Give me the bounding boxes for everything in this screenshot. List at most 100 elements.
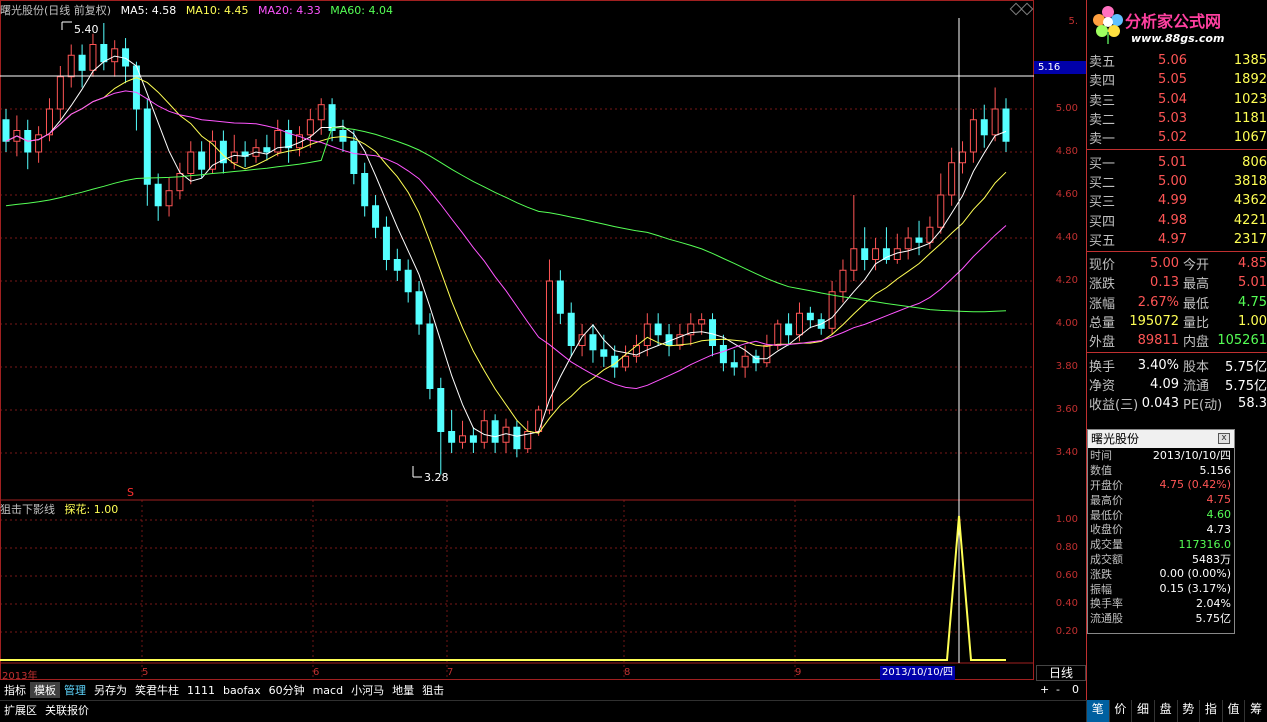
candle-body xyxy=(763,345,771,364)
ask-row[interactable]: 卖二 5.03 1181 xyxy=(1087,109,1267,128)
info-key: 振幅 xyxy=(1090,582,1112,596)
bid-price: 5.00 xyxy=(1158,173,1187,189)
zoom-in-button[interactable]: + xyxy=(1040,683,1049,696)
candle-body xyxy=(589,334,597,351)
tab-template-item[interactable]: macd xyxy=(309,684,348,697)
logo-text: 分析家公式网 xyxy=(1125,12,1222,31)
stat-label: 最高 xyxy=(1183,277,1210,293)
info-row: 成交额 5483万 xyxy=(1088,552,1234,567)
ma20-label: MA20: 4.33 xyxy=(258,4,321,17)
info-key: 收盘价 xyxy=(1090,523,1123,537)
info-row: 涨跌 0.00 (0.00%) xyxy=(1088,566,1234,581)
period-selector[interactable]: 日线 xyxy=(1036,665,1086,681)
stat-value: 5.75亿 xyxy=(1225,378,1267,394)
ma5-label: MA5: 4.58 xyxy=(120,4,177,17)
candle-body xyxy=(480,420,488,443)
stat-label: PE(动) xyxy=(1183,398,1223,414)
sub-axis-label: 0.20 xyxy=(1055,626,1078,637)
candle-body xyxy=(741,355,749,368)
ma5-line xyxy=(5,55,1007,438)
ma10-label: MA10: 4.45 xyxy=(185,4,249,17)
bid-row[interactable]: 买五 4.97 2317 xyxy=(1087,230,1267,249)
candle-body xyxy=(535,409,543,432)
ask-price: 5.04 xyxy=(1158,91,1187,107)
candle-body xyxy=(111,48,119,63)
bid-row[interactable]: 买一 5.01 806 xyxy=(1087,152,1267,172)
chart-frame xyxy=(0,0,1034,680)
candle-body xyxy=(165,190,173,207)
tab-template[interactable]: 模板 xyxy=(30,682,60,698)
bid-row[interactable]: 买四 4.98 4221 xyxy=(1087,210,1267,230)
ask-row[interactable]: 卖三 5.04 1023 xyxy=(1087,90,1267,109)
candle-body xyxy=(78,54,86,71)
tab-template-item[interactable]: 1111 xyxy=(183,684,219,697)
ask-row[interactable]: 卖四 5.05 1892 xyxy=(1087,70,1267,89)
zoom-reset-button[interactable]: 0 xyxy=(1072,683,1079,696)
ask-row[interactable]: 卖五 5.06 1385 xyxy=(1087,51,1267,70)
tab-save-as[interactable]: 另存为 xyxy=(90,682,131,698)
stat-value: 0.13 xyxy=(1150,275,1179,291)
stat-label: 涨跌 xyxy=(1089,277,1116,293)
tab-related-quote[interactable]: 关联报价 xyxy=(41,702,93,718)
tab-chou[interactable]: 筹 xyxy=(1244,700,1267,722)
stat-row: 换手 3.40% 股本 5.75亿 xyxy=(1087,355,1267,375)
stat-label: 股本 xyxy=(1183,359,1210,375)
tab-template-item[interactable]: 狙击 xyxy=(418,682,448,698)
tab-xi[interactable]: 细 xyxy=(1131,700,1154,722)
tab-zhi[interactable]: 指 xyxy=(1199,700,1222,722)
stat-value: 195072 xyxy=(1129,314,1179,329)
price-axis-label: 5.00 xyxy=(1055,103,1078,114)
ask-label: 卖四 xyxy=(1089,74,1116,90)
stat-row: 涨幅 2.67% 最低 4.75 xyxy=(1087,293,1267,312)
bid-price: 5.01 xyxy=(1158,154,1187,170)
tab-pan[interactable]: 盘 xyxy=(1153,700,1177,722)
bid-volume: 4362 xyxy=(1233,193,1267,209)
tab-bi[interactable]: 笔 xyxy=(1086,700,1109,722)
candle-body xyxy=(426,323,434,389)
tab-template-item[interactable]: 小河马 xyxy=(347,682,388,698)
candle-body xyxy=(839,269,847,293)
price-axis-label: 3.80 xyxy=(1055,361,1078,372)
bid-label: 买二 xyxy=(1089,175,1116,191)
tab-extension-area[interactable]: 扩展区 xyxy=(0,702,41,718)
info-row: 换手率 2.04% xyxy=(1088,596,1234,611)
tab-indicator[interactable]: 指标 xyxy=(0,682,30,698)
tab-zhi2[interactable]: 值 xyxy=(1221,700,1245,722)
x-axis-label: 6 xyxy=(313,667,320,678)
price-axis-label: 3.60 xyxy=(1055,404,1078,415)
bid-row[interactable]: 买二 5.00 3818 xyxy=(1087,172,1267,191)
tab-shi[interactable]: 势 xyxy=(1176,700,1200,722)
close-icon[interactable]: x xyxy=(1218,433,1230,444)
ask-row[interactable]: 卖一 5.02 1067 xyxy=(1087,128,1267,147)
info-value: 4.75 xyxy=(1206,493,1232,507)
ask-price: 5.06 xyxy=(1158,53,1187,69)
candle-body xyxy=(491,420,499,443)
kline-chart-svg[interactable]: 5.40 3.28 S xyxy=(0,0,1034,680)
data-info-window[interactable]: 曙光股份 x 时间 2013/10/10/四 数值 5.156 开盘价 4.75 (0.4… xyxy=(1087,429,1235,634)
zoom-out-button[interactable]: - xyxy=(1056,683,1060,696)
tab-template-item[interactable]: 60分钟 xyxy=(265,682,309,698)
low-price-annotation: 3.28 xyxy=(424,471,449,484)
bid-volume: 3818 xyxy=(1233,173,1267,189)
candle-body xyxy=(980,119,988,136)
price-axis-label: 4.40 xyxy=(1055,232,1078,243)
stat-value: 0.043 xyxy=(1141,396,1179,412)
tab-template-item[interactable]: 地量 xyxy=(388,682,418,698)
candle-body xyxy=(850,248,858,271)
candle-body xyxy=(89,44,97,71)
tab-jia[interactable]: 价 xyxy=(1108,700,1132,722)
sub-indicator-name: 狙击下影线 xyxy=(0,503,55,516)
info-row: 数值 5.156 xyxy=(1088,463,1234,478)
stat-label: 换手 xyxy=(1089,359,1116,375)
bid-row[interactable]: 买三 4.99 4362 xyxy=(1087,191,1267,210)
x-axis-label: 9 xyxy=(795,667,802,678)
candle-body xyxy=(795,312,803,336)
stat-value: 4.85 xyxy=(1238,256,1267,272)
tab-template-item[interactable]: baofax xyxy=(219,684,265,697)
tab-manage[interactable]: 管理 xyxy=(60,682,90,698)
price-axis-label: 5. xyxy=(1068,16,1078,27)
candle-body xyxy=(556,280,564,314)
tab-template-item[interactable]: 笑君牛柱 xyxy=(131,682,183,698)
kline-chart-area[interactable]: 5.40 3.28 S 曙光股份(日线 前复权) MA5: 4.58 MA10: 4… xyxy=(0,0,1034,680)
candle-body xyxy=(828,291,836,329)
